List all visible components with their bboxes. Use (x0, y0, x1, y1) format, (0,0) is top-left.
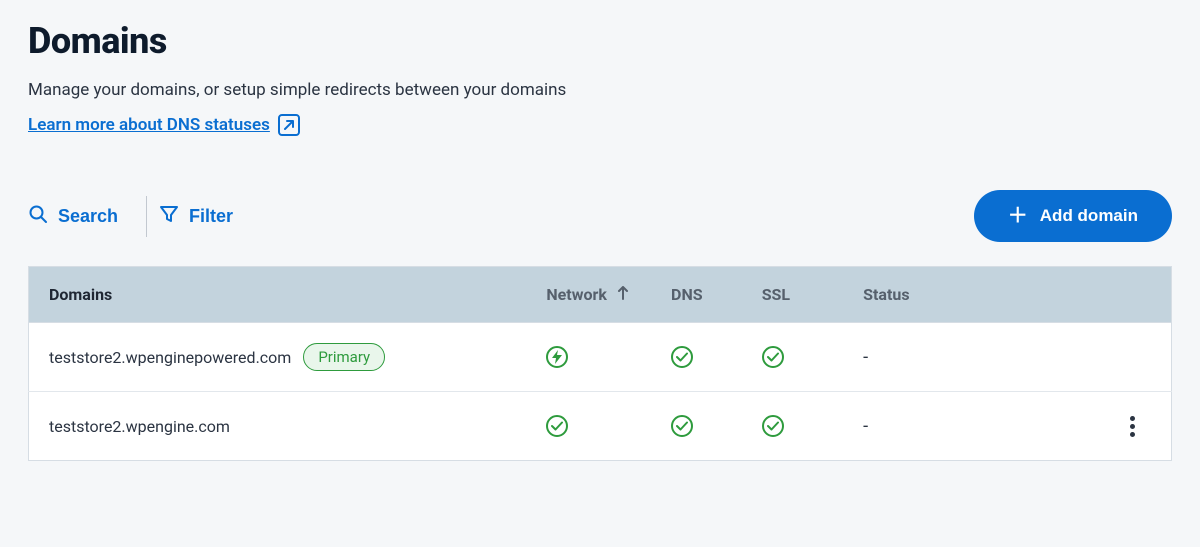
search-button[interactable]: Search (28, 196, 142, 237)
table-row: teststore2.wpengine.com - (29, 392, 1172, 461)
table-row: teststore2.wpenginepowered.com Primary (29, 323, 1172, 392)
kebab-menu-icon (1130, 424, 1135, 429)
column-header-domains[interactable]: Domains (29, 267, 527, 323)
learn-more-link[interactable]: Learn more about DNS statuses (28, 114, 300, 136)
search-label: Search (58, 206, 118, 227)
column-header-status[interactable]: Status (843, 267, 1099, 323)
dns-ok-icon (671, 415, 693, 437)
domain-name: teststore2.wpenginepowered.com (49, 348, 291, 367)
add-domain-button[interactable]: ＋ Add domain (974, 190, 1172, 242)
row-actions-menu-button[interactable] (1119, 412, 1147, 440)
ssl-ok-icon (762, 346, 784, 368)
column-header-dns[interactable]: DNS (651, 267, 742, 323)
filter-icon (159, 204, 179, 229)
add-domain-label: Add domain (1040, 206, 1138, 226)
page-subtitle: Manage your domains, or setup simple red… (28, 80, 1172, 100)
sort-ascending-icon (617, 286, 629, 300)
toolbar-separator (146, 196, 147, 237)
filter-button[interactable]: Filter (159, 196, 257, 237)
filter-label: Filter (189, 206, 233, 227)
search-icon (28, 204, 48, 229)
column-header-network-label: Network (546, 285, 607, 304)
page-title: Domains (28, 20, 1172, 62)
ssl-ok-icon (762, 415, 784, 437)
network-ok-icon (546, 415, 568, 437)
domain-name: teststore2.wpengine.com (49, 417, 230, 436)
dns-ok-icon (671, 346, 693, 368)
primary-badge: Primary (303, 343, 385, 371)
network-bolt-ok-icon (546, 346, 568, 368)
status-value: - (863, 347, 868, 368)
kebab-menu-icon (1130, 416, 1135, 421)
status-value: - (863, 416, 868, 437)
domains-table: Domains Network DNS SSL Status teststore… (28, 266, 1172, 461)
external-link-icon (278, 114, 300, 136)
kebab-menu-icon (1130, 432, 1135, 437)
plus-icon: ＋ (1008, 206, 1028, 226)
learn-more-label: Learn more about DNS statuses (28, 115, 270, 135)
toolbar: Search Filter ＋ Add domain (28, 190, 1172, 242)
column-header-network[interactable]: Network (526, 267, 651, 323)
column-header-actions (1099, 267, 1172, 323)
column-header-ssl[interactable]: SSL (742, 267, 843, 323)
